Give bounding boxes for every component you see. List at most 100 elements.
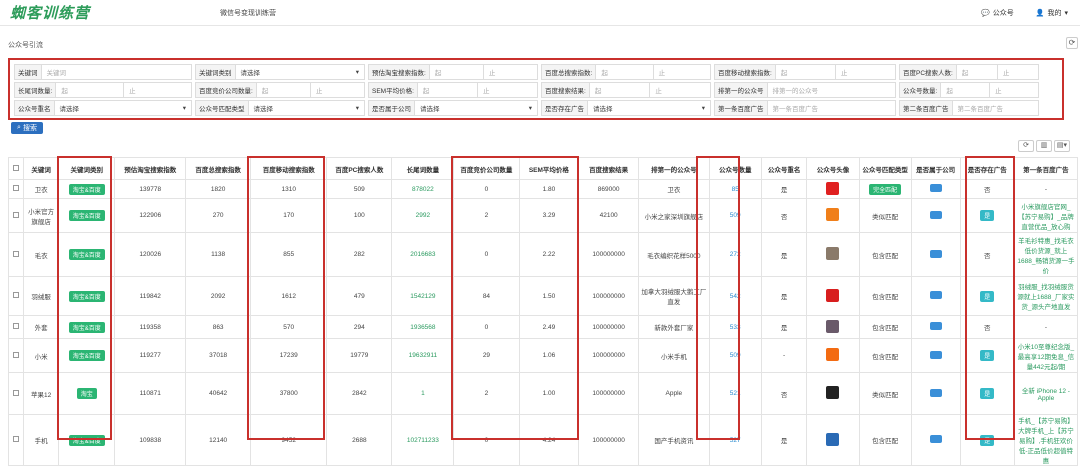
first-baidu-ad-cell[interactable]: 羽绒服_找羽绒服货源就上1688_厂家实货_源头产地直发 — [1013, 276, 1079, 316]
range-from-input[interactable]: 起 — [776, 65, 836, 79]
range-from-input[interactable]: 起 — [941, 83, 991, 97]
longtail-count-cell[interactable]: 2016683 — [391, 232, 455, 277]
column-header[interactable]: 公众号重名 — [760, 157, 808, 180]
column-header[interactable]: SEM平均价格 — [518, 157, 580, 180]
caret-down-icon: ▾ — [701, 105, 705, 112]
row-checkbox[interactable] — [13, 351, 20, 358]
range-to-input[interactable]: 止 — [998, 65, 1038, 79]
filter-select[interactable]: 请选择 ▾ — [588, 101, 710, 115]
column-header[interactable]: 百度总搜索指数 — [185, 157, 252, 180]
longtail-count-cell[interactable]: 1542129 — [391, 276, 455, 316]
row-checkbox[interactable] — [13, 250, 20, 257]
account-count-cell[interactable]: 509 — [708, 198, 762, 233]
first-baidu-ad-cell[interactable]: 小米10至尊纪念版_最高享12期免息_信量442元起/期 — [1013, 338, 1079, 373]
account-count-cell[interactable]: 542 — [708, 276, 762, 316]
search-results-cell: 100000000 — [578, 414, 640, 466]
row-checkbox[interactable] — [13, 185, 20, 191]
range-to-input[interactable]: 止 — [836, 65, 895, 79]
top-account-cell: 小米之家深圳旗舰店 — [638, 198, 710, 233]
first-baidu-ad-cell[interactable]: - — [1013, 179, 1079, 199]
search-button[interactable]: ⌕ 搜索 — [11, 122, 43, 134]
columns-button[interactable]: ▥ — [1036, 140, 1052, 152]
range-to-input[interactable]: 止 — [484, 65, 537, 79]
match-type-cell: 完全匹配 — [858, 179, 912, 199]
range-to-input[interactable]: 止 — [311, 83, 364, 97]
filter-text-input[interactable]: 第一条百度广告 — [768, 101, 896, 115]
baidu-mobile-index-cell: 37800 — [250, 372, 328, 415]
baidu-pc-cell: 479 — [326, 276, 393, 316]
account-count-cell[interactable]: 85 — [708, 179, 762, 199]
column-header[interactable]: 公众号匹配类型 — [858, 157, 912, 180]
column-header[interactable]: 公众号头像 — [806, 157, 860, 180]
has-ad-cell: 是 — [959, 276, 1015, 316]
first-baidu-ad-cell[interactable]: 小米旗舰店官网_【苏宁易购】_品牌直营优品_放心购 — [1013, 198, 1079, 233]
column-header[interactable]: 关键词 — [23, 157, 59, 180]
account-count-cell[interactable]: 533 — [708, 315, 762, 339]
longtail-count-cell[interactable]: 102711233 — [391, 414, 455, 466]
column-header[interactable]: 关键词类别 — [57, 157, 116, 180]
checkbox-cell — [7, 372, 25, 415]
match-type-cell: 包含匹配 — [858, 232, 912, 277]
row-checkbox[interactable] — [13, 323, 20, 329]
first-baidu-ad-cell[interactable]: - — [1013, 315, 1079, 339]
avatar-cell — [806, 179, 860, 199]
export-button[interactable]: ▤▾ — [1054, 140, 1070, 152]
avatar — [826, 247, 840, 260]
nav-official-account[interactable]: 💬 公众号 — [981, 8, 1014, 18]
filter-text-input[interactable]: 关键词 — [42, 65, 192, 79]
range-from-input[interactable]: 起 — [257, 83, 311, 97]
row-checkbox[interactable] — [13, 389, 20, 396]
first-baidu-ad-cell[interactable]: 手机_【苏宁易购】大牌手机_上【苏宁易购】,手机狂欢价低-正品低价超值特惠 — [1013, 414, 1079, 466]
account-count-cell[interactable]: 272 — [708, 232, 762, 277]
longtail-count-cell[interactable]: 2992 — [391, 198, 455, 233]
filter-text-input[interactable]: 排第一的公众号 — [768, 83, 896, 97]
range-to-input[interactable]: 止 — [650, 83, 710, 97]
column-header[interactable]: 第一条百度广告 — [1013, 157, 1079, 180]
row-checkbox[interactable] — [13, 211, 20, 218]
first-baidu-ad-cell[interactable]: 全新 iPhone 12 - Apple — [1013, 372, 1079, 415]
filter-select[interactable]: 请选择 ▾ — [249, 101, 365, 115]
baidu-total-index-cell: 2092 — [185, 276, 252, 316]
refresh-button[interactable]: ⟳ — [1066, 37, 1078, 49]
row-checkbox[interactable] — [13, 436, 20, 442]
column-header[interactable]: 百度竞价公司数量 — [453, 157, 520, 180]
column-header[interactable]: 排第一的公众号 — [638, 157, 710, 180]
range-to-input[interactable]: 止 — [990, 83, 1038, 97]
range-from-input[interactable]: 起 — [56, 83, 125, 97]
first-baidu-ad-cell[interactable]: 羊毛衫特惠_找毛衣低价货源_就上1688_畅销货源一手价 — [1013, 232, 1079, 277]
column-header[interactable]: 公众号数量 — [708, 157, 762, 180]
top-account-cell: 卫衣 — [638, 179, 710, 199]
account-count-cell[interactable]: 521 — [708, 372, 762, 415]
column-header[interactable]: 百度PC搜索人数 — [326, 157, 393, 180]
user-menu[interactable]: 👤 我的 ▾ — [1036, 8, 1068, 18]
table-row: 毛衣 淘宝&百度 120026 1138 855 282 2016683 0 2.22 10000… — [7, 232, 1079, 277]
range-to-input[interactable]: 止 — [654, 65, 710, 79]
refresh-table-button[interactable]: ⟳ — [1018, 140, 1034, 152]
filter-select[interactable]: 请选择 ▾ — [55, 101, 192, 115]
account-count-cell[interactable]: 509 — [708, 338, 762, 373]
baidu-total-index-cell: 1138 — [185, 232, 252, 277]
filter-select[interactable]: 请选择 ▾ — [415, 101, 537, 115]
column-header[interactable]: 是否存在广告 — [959, 157, 1015, 180]
account-count-cell[interactable]: 527 — [708, 414, 762, 466]
longtail-count-cell[interactable]: 1936568 — [391, 315, 455, 339]
longtail-count-cell[interactable]: 1 — [391, 372, 455, 415]
range-from-input[interactable]: 起 — [596, 65, 654, 79]
filter-select[interactable]: 请选择 ▾ — [236, 65, 365, 79]
column-header[interactable]: 长尾词数量 — [391, 157, 455, 180]
range-to-input[interactable]: 止 — [124, 83, 191, 97]
select-all-checkbox[interactable] — [13, 164, 20, 171]
column-header[interactable]: 百度移动搜索指数 — [250, 157, 328, 180]
row-checkbox[interactable] — [13, 292, 20, 298]
longtail-count-cell[interactable]: 19632911 — [391, 338, 455, 373]
range-to-input[interactable]: 止 — [478, 83, 537, 97]
range-from-input[interactable]: 起 — [590, 83, 651, 97]
range-from-input[interactable]: 起 — [957, 65, 998, 79]
range-from-input[interactable]: 起 — [430, 65, 484, 79]
range-from-input[interactable]: 起 — [418, 83, 478, 97]
filter-text-input[interactable]: 第二条百度广告 — [953, 101, 1039, 115]
column-header[interactable]: 预估淘宝搜索指数 — [114, 157, 187, 180]
longtail-count-cell[interactable]: 878022 — [391, 179, 455, 199]
column-header[interactable]: 百度搜索结果 — [578, 157, 640, 180]
column-header[interactable]: 是否属于公司 — [910, 157, 961, 180]
